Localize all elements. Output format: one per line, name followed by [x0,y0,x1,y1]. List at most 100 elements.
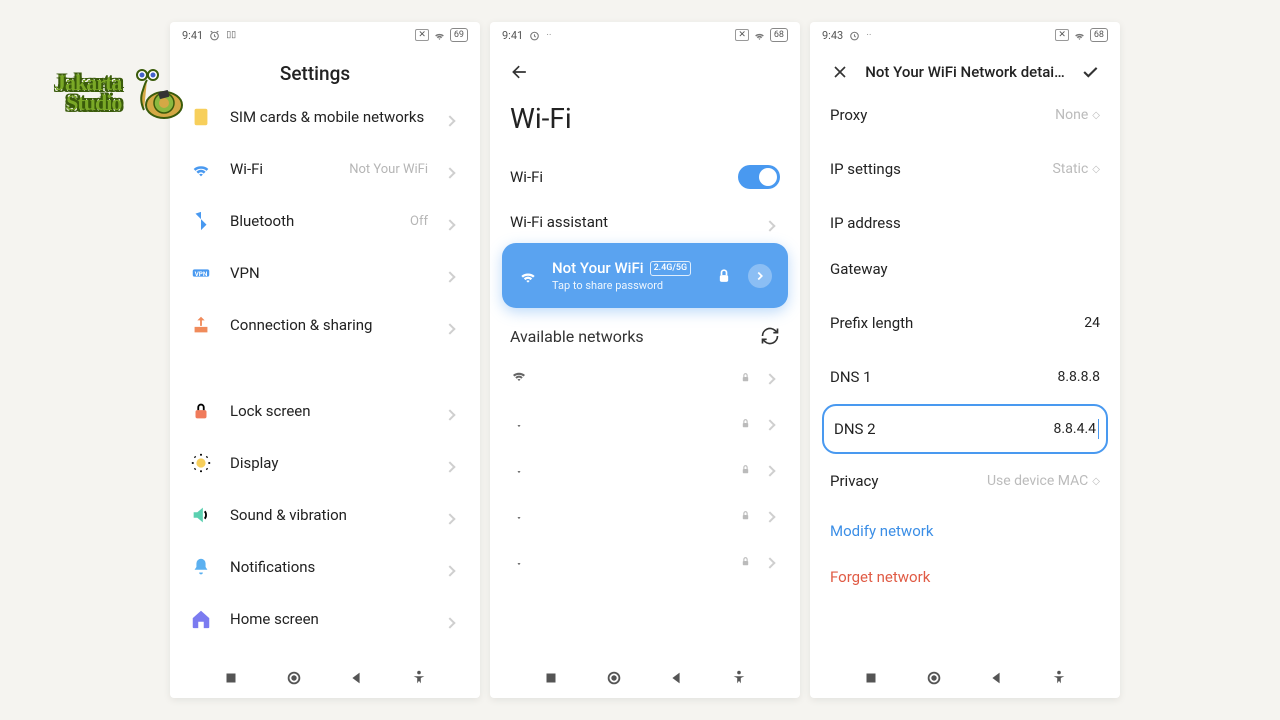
close-button[interactable] [830,62,850,82]
battery-level: 68 [1090,28,1108,42]
nav-home[interactable] [285,669,303,687]
row-label: Home screen [230,610,428,628]
page-title: Not Your WiFi Network detai… [864,63,1066,81]
wifi-status-icon [433,29,446,42]
settings-row-display[interactable]: Display [170,437,480,489]
settings-row-home[interactable]: Home screen [170,593,480,645]
android-navbar [810,658,1120,698]
settings-row-vpn[interactable]: VPN VPN [170,247,480,299]
chevron-right-icon [446,612,460,626]
chevron-right-icon [766,414,780,428]
page-title: Wi-Fi [490,82,800,153]
prefix-length-row[interactable]: Prefix length 24 [810,296,1120,350]
privacy-row[interactable]: Privacy Use device MAC◇ [810,454,1120,508]
wifi-status-icon [1073,29,1086,42]
wifi-icon [510,366,528,384]
dns1-row[interactable]: DNS 1 8.8.8.8 [810,350,1120,404]
alarm-icon [848,29,861,42]
forget-network-link[interactable]: Forget network [810,554,1120,600]
dns2-row[interactable]: DNS 2 8.8.4.4 [822,404,1108,454]
refresh-icon[interactable] [760,326,780,346]
chevron-right-icon [446,266,460,280]
nav-recents[interactable] [862,669,880,687]
modify-network-link[interactable]: Modify network [810,508,1120,554]
nav-back[interactable] [987,669,1005,687]
connected-subtitle: Tap to share password [552,279,700,292]
android-navbar [170,658,480,698]
status-time: 9:41 [182,29,203,42]
status-bar: 9:41 ·· ✕ 68 [490,22,800,48]
nav-recents[interactable] [222,669,240,687]
row-label: Notifications [230,558,428,576]
settings-row-sound[interactable]: Sound & vibration [170,489,480,541]
ip-address-row[interactable]: IP address [810,196,1120,242]
row-label: VPN [230,264,428,282]
chevron-right-icon [766,552,780,566]
chevron-right-icon [766,506,780,520]
band-badge: 2.4G/5G [650,261,692,276]
chevron-right-icon [766,460,780,474]
nav-home[interactable] [605,669,623,687]
available-network-row[interactable] [490,352,800,398]
settings-row-sim[interactable]: SIM cards & mobile networks [170,91,480,143]
available-network-row[interactable] [490,536,800,582]
svg-text:VPN: VPN [195,270,208,278]
bluetooth-icon [190,210,212,232]
row-label: Bluetooth [230,212,392,230]
settings-row-bell[interactable]: Notifications [170,541,480,593]
available-network-row[interactable] [490,444,800,490]
confirm-button[interactable] [1080,62,1100,82]
wifi-toggle-row[interactable]: Wi-Fi [490,153,800,201]
connected-name: Not Your WiFi [552,259,644,277]
gateway-row[interactable]: Gateway [810,242,1120,296]
lock-icon [190,400,212,422]
proxy-row[interactable]: Proxy None◇ [810,88,1120,142]
wifi-assistant-row[interactable]: Wi-Fi assistant [490,201,800,243]
settings-row-bluetooth[interactable]: Bluetooth Off [170,195,480,247]
nav-recents[interactable] [542,669,560,687]
lock-icon [739,369,752,382]
connected-network-card[interactable]: Not Your WiFi 2.4G/5G Tap to share passw… [502,243,788,308]
sim-icon [190,106,212,128]
lock-icon [739,553,752,566]
settings-row-wifi[interactable]: Wi-Fi Not Your WiFi [170,143,480,195]
nav-home[interactable] [925,669,943,687]
chevron-right-icon [446,404,460,418]
chevron-right-icon [766,215,780,229]
ip-settings-row[interactable]: IP settings Static◇ [810,142,1120,196]
phone-settings: 9:41 ▯▯ ✕ 69 Settings SIM cards & mobile… [170,22,480,698]
wifi-icon [510,550,528,568]
available-networks-header: Available networks [490,320,800,352]
chevron-right-icon [766,368,780,382]
wifi-icon [518,266,538,286]
settings-row-lock[interactable]: Lock screen [170,385,480,437]
lock-icon [739,415,752,428]
alarm-icon [208,29,221,42]
nav-accessibility[interactable] [730,669,748,687]
page-title: Settings [190,62,440,85]
lock-icon [739,507,752,520]
row-label: SIM cards & mobile networks [230,108,428,126]
row-value: Off [410,214,428,229]
alarm-icon [528,29,541,42]
chevron-right-icon [446,560,460,574]
jakarta-studio-logo: Jakarta Studio [55,65,189,120]
available-network-row[interactable] [490,398,800,444]
home-icon [190,608,212,630]
sound-icon [190,504,212,526]
back-button[interactable] [510,62,530,82]
nav-back[interactable] [667,669,685,687]
bell-icon [190,556,212,578]
nav-accessibility[interactable] [410,669,428,687]
chevron-right-icon[interactable] [748,264,772,288]
chevron-right-icon [446,318,460,332]
available-network-row[interactable] [490,490,800,536]
nav-accessibility[interactable] [1050,669,1068,687]
header [490,48,800,82]
header: Settings [170,48,480,91]
row-label: Connection & sharing [230,316,428,334]
settings-row-share[interactable]: Connection & sharing [170,299,480,351]
nav-back[interactable] [347,669,365,687]
chevron-right-icon [446,508,460,522]
wifi-toggle[interactable] [738,165,780,189]
